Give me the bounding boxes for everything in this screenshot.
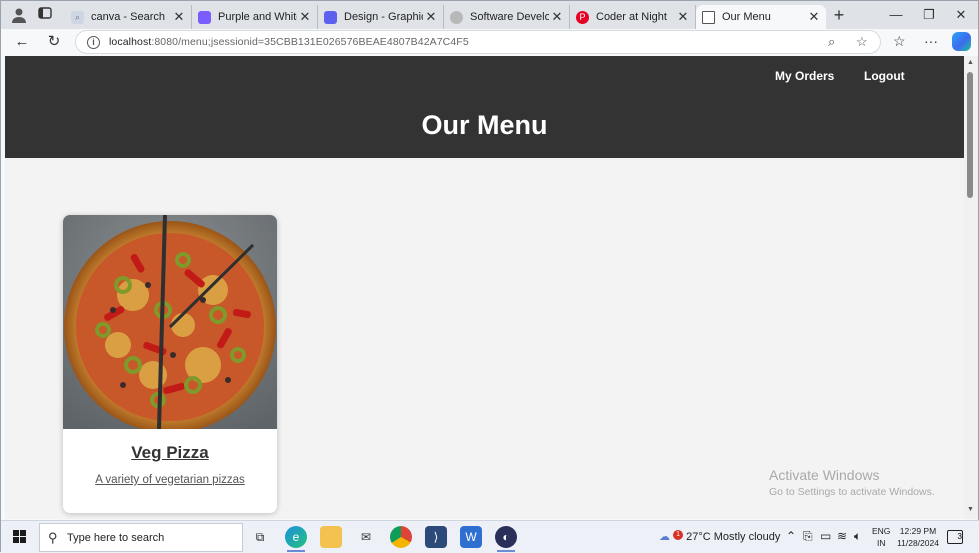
favorites-icon[interactable]: ☆ <box>893 33 906 50</box>
search-icon: ⚲ <box>48 530 58 545</box>
tab-strip: ⌕ canva - Search ✕ Purple and White Clea… <box>1 1 978 29</box>
notification-count: 3 <box>957 532 962 541</box>
read-aloud-icon[interactable]: ⌕ <box>828 34 835 50</box>
windows-taskbar: ⚲ Type here to search ⧉ e ✉ ⟩ W ◐ ☁ 1 27… <box>1 520 979 553</box>
tab-software-developer[interactable]: Software Developer Coder ✕ <box>444 5 570 29</box>
close-tab-icon[interactable]: ✕ <box>171 9 187 25</box>
weather-widget[interactable]: ☁ 1 27°C Mostly cloudy <box>659 530 780 543</box>
tab-design-graphic[interactable]: Design - Graphic Design ✕ <box>318 5 444 29</box>
vscode-icon[interactable]: ⟩ <box>425 526 447 548</box>
address-bar[interactable]: i localhost:8080/menu;jsessionid=35CBB13… <box>75 30 881 54</box>
more-menu-icon[interactable]: ··· <box>924 33 938 49</box>
taskbar-search-input[interactable]: ⚲ Type here to search <box>39 523 243 552</box>
refresh-icon[interactable]: ↻ <box>44 32 64 52</box>
tab-purple-white[interactable]: Purple and White Clean ✕ <box>192 5 318 29</box>
minimize-icon[interactable]: — <box>886 7 906 22</box>
battery-icon[interactable]: ▭ <box>820 529 831 543</box>
pinterest-favicon-icon: P <box>576 10 589 24</box>
language-indicator[interactable]: ENG IN <box>872 525 890 549</box>
volume-icon[interactable]: 🔈︎ <box>854 529 861 544</box>
vertical-scrollbar[interactable]: ▲ ▼ <box>964 56 978 519</box>
scroll-up-icon[interactable]: ▲ <box>967 59 974 66</box>
url-host: localhost <box>109 36 152 48</box>
scroll-down-icon[interactable]: ▼ <box>967 506 974 513</box>
windows-start-icon[interactable] <box>13 530 27 544</box>
site-info-icon[interactable]: i <box>87 36 100 49</box>
menu-item-description[interactable]: A variety of vegetarian pizzas <box>63 474 277 486</box>
tab-title: canva - Search <box>91 11 165 23</box>
tab-title: Purple and White Clean <box>218 11 297 23</box>
page-title: Our Menu <box>421 110 548 140</box>
tab-actions-icon[interactable] <box>36 6 54 24</box>
close-tab-icon[interactable]: ✕ <box>297 9 313 25</box>
temperature-text: 27°C <box>686 531 711 543</box>
cloud-icon: ☁ <box>659 531 670 543</box>
wifi-icon[interactable]: ≋ <box>837 529 847 543</box>
activate-windows-watermark: Activate Windows Go to Settings to activ… <box>769 467 935 498</box>
url-text[interactable]: localhost:8080/menu;jsessionid=35CBB131E… <box>109 36 469 48</box>
tab-title: Design - Graphic Design <box>344 11 423 23</box>
profile-icon[interactable] <box>10 6 28 24</box>
file-explorer-icon[interactable] <box>320 526 342 548</box>
canva-favicon-icon <box>198 10 211 24</box>
meet-now-icon[interactable]: ⎘ <box>803 529 813 544</box>
tab-title: Coder at Night <box>596 11 667 23</box>
page-viewport: My Orders Logout Our Menu Veg Pizza A va… <box>5 56 964 519</box>
back-arrow-icon[interactable]: ← <box>12 32 32 52</box>
site-header: My Orders Logout Our Menu <box>5 56 964 158</box>
mail-icon[interactable]: ✉ <box>355 526 377 548</box>
page-favicon-icon <box>702 10 715 24</box>
tab-canva-search[interactable]: ⌕ canva - Search ✕ <box>65 5 192 29</box>
weather-text: Mostly cloudy <box>713 531 781 543</box>
close-tab-icon[interactable]: ✕ <box>549 9 565 25</box>
clock-time: 12:29 PM <box>899 526 937 536</box>
my-orders-link[interactable]: My Orders <box>775 69 834 83</box>
notification-center-icon[interactable]: 3 <box>947 530 963 544</box>
tab-coder-at-night[interactable]: P Coder at Night ✕ <box>570 5 696 29</box>
search-placeholder: Type here to search <box>67 532 165 544</box>
scrollbar-thumb[interactable] <box>967 72 973 198</box>
show-hidden-icons-icon[interactable]: ⌃ <box>786 529 796 543</box>
lang-code: ENG <box>872 526 891 536</box>
tab-title: Software Developer Coder <box>470 11 549 23</box>
site-favicon-icon <box>450 10 463 24</box>
word-icon[interactable]: W <box>460 526 482 548</box>
close-tab-icon[interactable]: ✕ <box>675 9 691 25</box>
task-view-icon[interactable]: ⧉ <box>249 526 271 548</box>
menu-item-card[interactable]: Veg Pizza A variety of vegetarian pizzas <box>63 215 277 513</box>
address-toolbar: ← ↻ i localhost:8080/menu;jsessionid=35C… <box>1 29 978 55</box>
close-tab-icon[interactable]: ✕ <box>806 9 822 25</box>
copilot-icon[interactable] <box>952 32 971 51</box>
watermark-title: Activate Windows <box>769 467 880 483</box>
weather-alert-badge: 1 <box>673 530 684 540</box>
tab-title: Our Menu <box>722 11 771 23</box>
new-tab-icon[interactable]: + <box>829 6 849 24</box>
browser-window: ⌕ canva - Search ✕ Purple and White Clea… <box>0 0 979 553</box>
watermark-subtitle: Go to Settings to activate Windows. <box>769 486 935 498</box>
canva-favicon-icon <box>324 10 337 24</box>
edge-icon[interactable]: e <box>285 526 307 548</box>
search-favicon-icon: ⌕ <box>71 10 84 24</box>
close-window-icon[interactable]: ✕ <box>951 7 971 23</box>
tab-our-menu[interactable]: Our Menu ✕ <box>696 5 826 29</box>
eclipse-icon[interactable]: ◐ <box>495 526 517 548</box>
pizza-image <box>63 215 277 429</box>
lang-region: IN <box>876 538 886 548</box>
chrome-icon[interactable] <box>390 526 412 548</box>
logout-link[interactable]: Logout <box>864 69 905 83</box>
favorite-star-icon[interactable]: ☆ <box>856 34 868 50</box>
menu-item-name[interactable]: Veg Pizza <box>63 443 277 463</box>
url-path: :8080/menu;jsessionid=35CBB131E026576BEA… <box>151 36 469 48</box>
restore-icon[interactable]: ❐ <box>919 7 939 23</box>
close-tab-icon[interactable]: ✕ <box>423 9 439 25</box>
clock[interactable]: 12:29 PM 11/28/2024 <box>897 525 939 549</box>
clock-date: 11/28/2024 <box>897 538 939 548</box>
